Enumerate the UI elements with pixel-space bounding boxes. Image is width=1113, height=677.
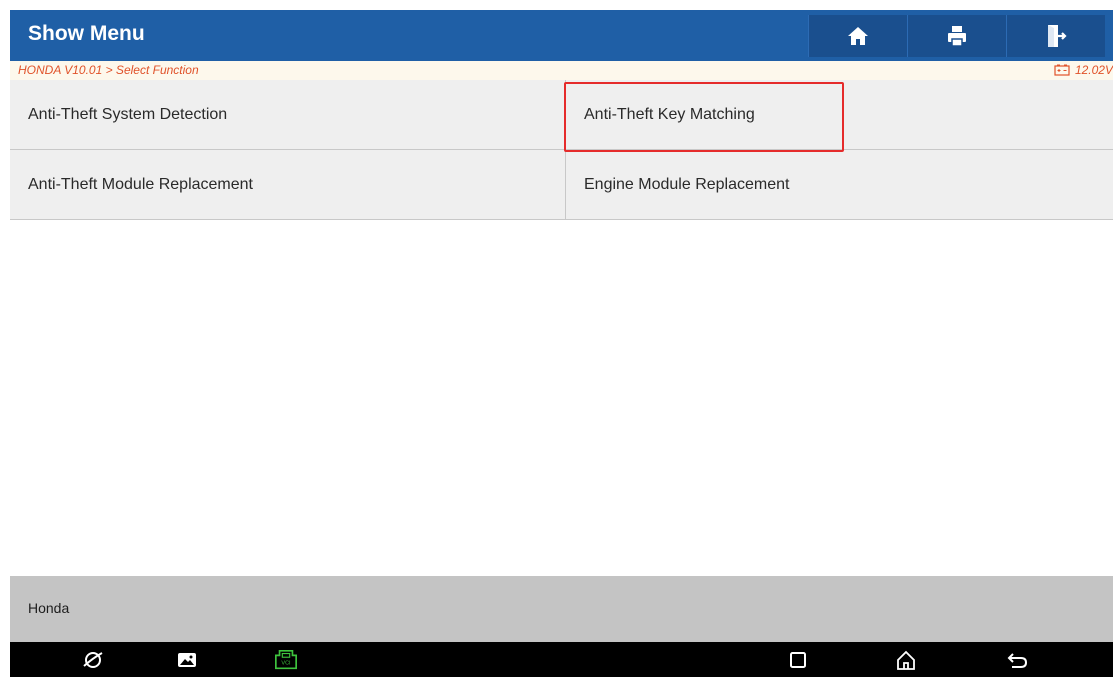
system-nav-bar: VCI — [10, 642, 1113, 677]
recents-icon[interactable] — [786, 648, 810, 672]
menu-item-label: Engine Module Replacement — [584, 175, 790, 193]
footer: Honda — [10, 576, 1113, 642]
exit-button[interactable] — [1006, 15, 1105, 57]
vci-icon[interactable]: VCI — [274, 648, 298, 672]
title-bar: Show Menu — [10, 10, 1113, 61]
back-icon[interactable] — [1006, 648, 1030, 672]
menu-item-anti-theft-system-detection[interactable]: Anti-Theft System Detection — [10, 80, 565, 150]
home-icon — [848, 27, 868, 45]
menu-item-engine-module-replacement[interactable]: Engine Module Replacement — [566, 150, 1113, 220]
breadcrumb-bar: HONDA V10.01 > Select Function 12.02V — [10, 61, 1113, 80]
home-button[interactable] — [808, 15, 907, 57]
android-home-icon[interactable] — [894, 648, 918, 672]
battery-icon — [1054, 64, 1070, 76]
print-button[interactable] — [907, 15, 1006, 57]
vci-label: VCI — [281, 661, 291, 667]
print-icon — [948, 26, 966, 47]
browser-icon[interactable] — [81, 648, 105, 672]
page-title: Show Menu — [28, 22, 145, 45]
gallery-icon[interactable] — [175, 648, 199, 672]
footer-vehicle-label: Honda — [28, 600, 70, 616]
voltage-value: 12.02V — [1074, 63, 1113, 77]
menu-item-anti-theft-module-replacement[interactable]: Anti-Theft Module Replacement — [10, 150, 565, 220]
voltage-indicator: 12.02V — [1054, 63, 1113, 77]
screen: Show Menu HONDA V10.01 > Select Function — [0, 0, 1113, 677]
exit-icon — [1048, 25, 1067, 47]
menu-item-label: Anti-Theft Module Replacement — [28, 175, 253, 193]
breadcrumb: HONDA V10.01 > Select Function — [18, 63, 199, 77]
highlight-box — [564, 82, 844, 152]
menu-item-label: Anti-Theft System Detection — [28, 105, 228, 123]
